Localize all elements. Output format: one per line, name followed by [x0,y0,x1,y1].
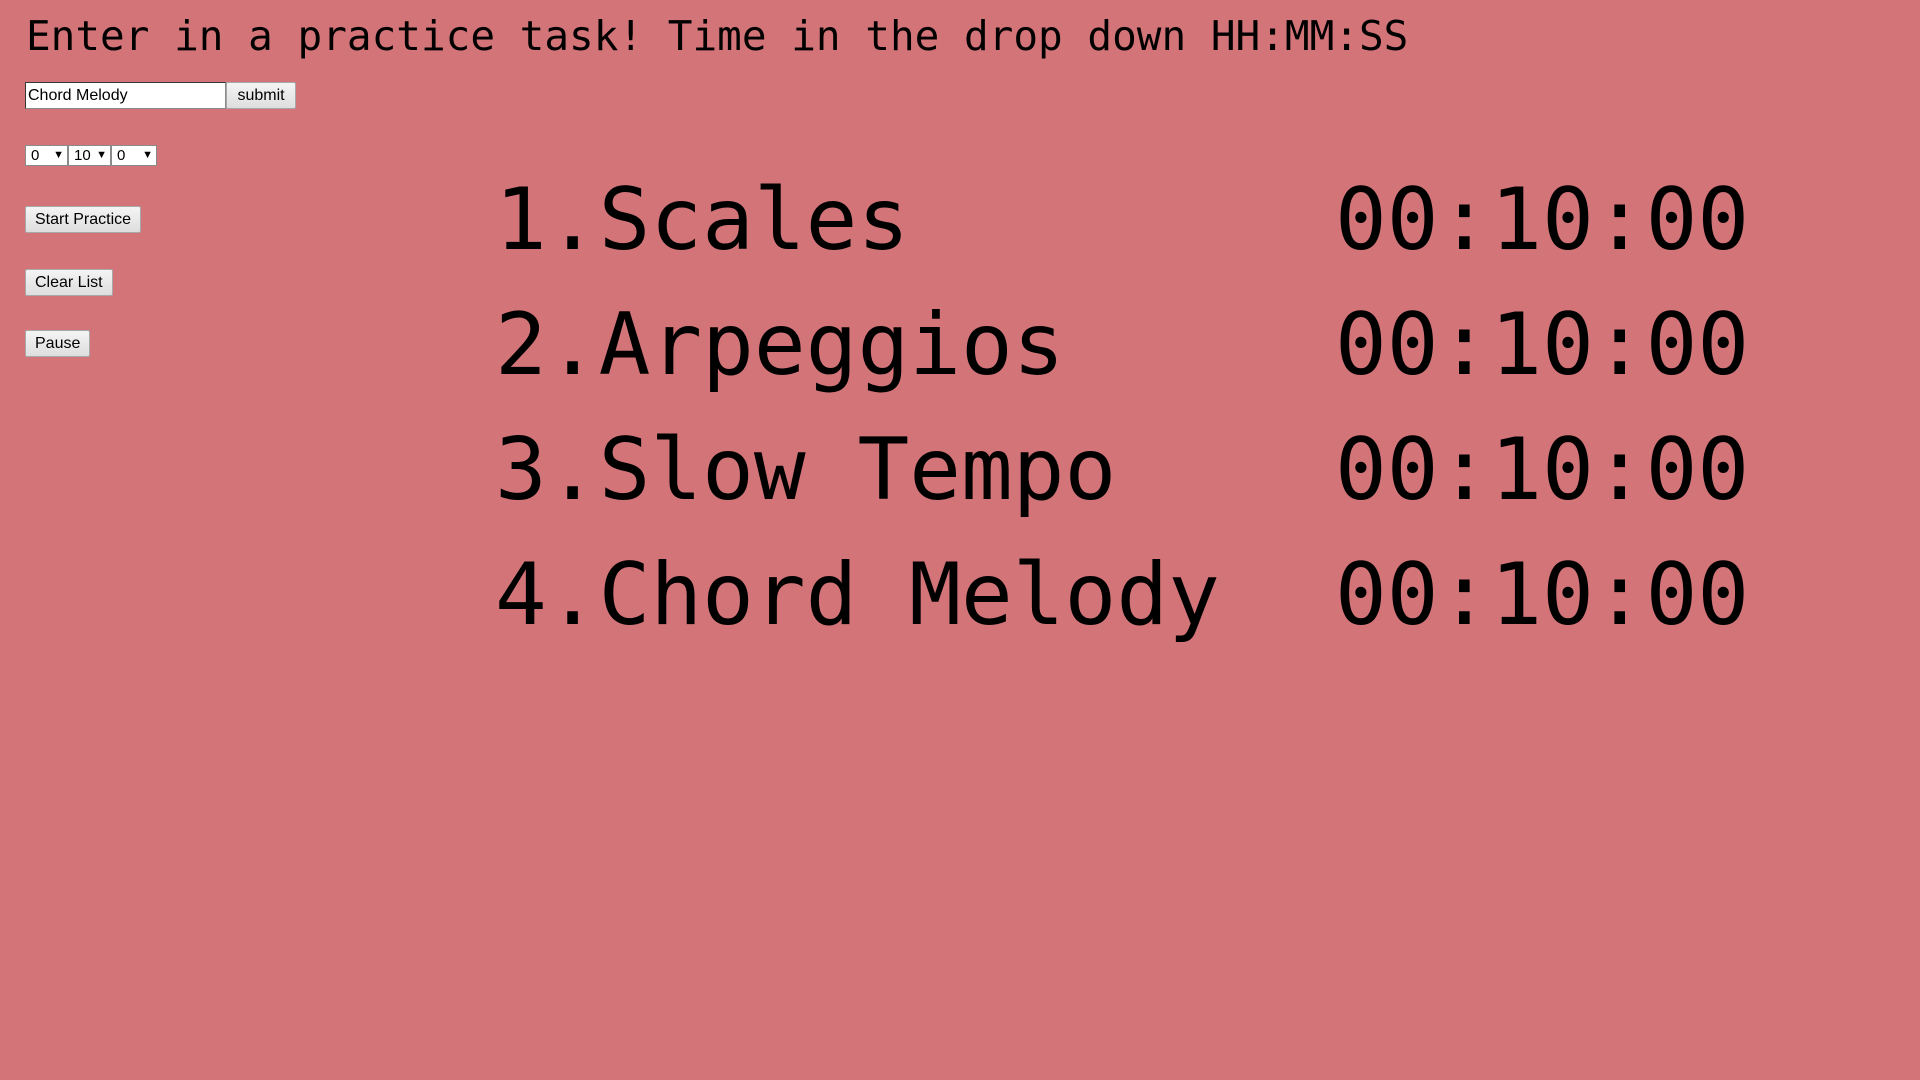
list-item-number: 1. [495,170,599,270]
seconds-select-value: 0 [117,147,126,164]
list-item-name: Arpeggios [598,295,1065,395]
pause-button[interactable]: Pause [25,330,91,357]
list-item-time: 00:10:00 [1335,545,1750,645]
task-input[interactable] [25,82,226,109]
list-item-number: 2. [495,295,599,395]
time-select-row: 0 ▼ 10 ▼ 0 ▼ [25,145,157,166]
list-item: 1.Scales 00:10:00 [495,170,1765,295]
chevron-down-icon: ▼ [96,149,107,161]
submit-button[interactable]: submit [226,82,296,109]
minutes-select-value: 10 [74,147,91,164]
page-heading: Enter in a practice task! Time in the dr… [26,12,1409,60]
list-item-label: 3.Slow Tempo [495,420,1116,520]
list-item-number: 4. [495,545,599,645]
list-item-time: 00:10:00 [1335,295,1750,395]
minutes-select[interactable]: 10 ▼ [68,145,111,166]
list-item: 4.Chord Melody 00:10:00 [495,545,1765,670]
seconds-select[interactable]: 0 ▼ [111,145,157,166]
list-item-name: Scales [598,170,910,270]
list-item-label: 2.Arpeggios [495,295,1065,395]
practice-list: 1.Scales 00:10:00 2.Arpeggios 00:10:00 3… [495,170,1765,670]
task-entry-row: submit [25,82,296,109]
list-item-label: 4.Chord Melody [495,545,1220,645]
list-item: 3.Slow Tempo 00:10:00 [495,420,1765,545]
chevron-down-icon: ▼ [53,149,64,161]
hours-select[interactable]: 0 ▼ [25,145,68,166]
start-practice-button[interactable]: Start Practice [25,206,142,233]
list-item-time: 00:10:00 [1335,420,1750,520]
hours-select-value: 0 [31,147,40,164]
chevron-down-icon: ▼ [142,149,153,161]
list-item-number: 3. [495,420,599,520]
list-item: 2.Arpeggios 00:10:00 [495,295,1765,420]
list-item-name: Slow Tempo [598,420,1117,520]
list-item-time: 00:10:00 [1335,170,1750,270]
list-item-label: 1.Scales [495,170,909,270]
clear-list-button[interactable]: Clear List [25,269,113,296]
list-item-name: Chord Melody [598,545,1220,645]
